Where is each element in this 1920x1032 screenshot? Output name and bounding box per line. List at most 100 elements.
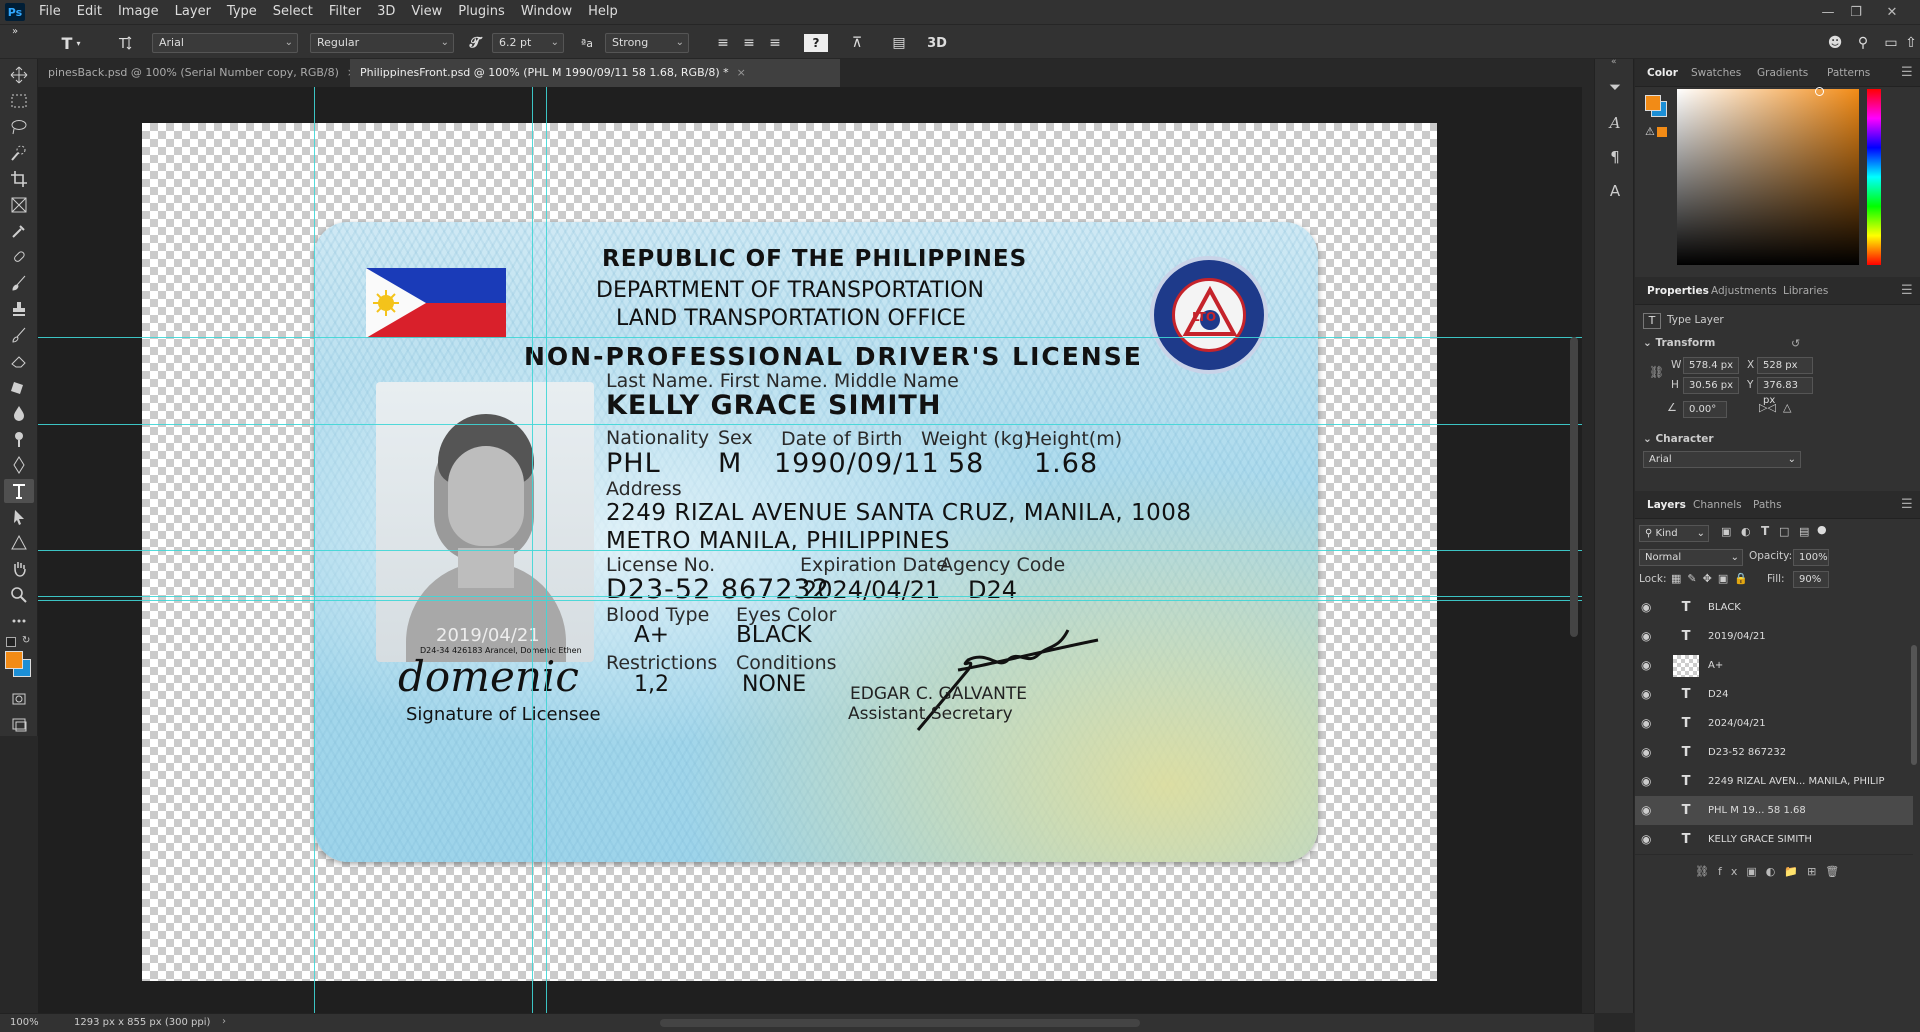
layer-row[interactable]: ◉ T KELLY GRACE SIMITH <box>1635 825 1913 855</box>
visibility-eye-icon[interactable]: ◉ <box>1641 832 1657 848</box>
layer-filter-dropdown[interactable]: ⚲ Kind ⌄ <box>1639 525 1709 542</box>
tab-patterns[interactable]: Patterns <box>1819 59 1878 87</box>
filter-type-icon[interactable]: T <box>1761 524 1769 538</box>
paragraph-icon[interactable]: ¶ <box>1603 145 1627 169</box>
eraser-icon[interactable] <box>4 349 34 373</box>
layer-row[interactable]: ◉ T 2019/04/21 <box>1635 622 1913 652</box>
document-canvas[interactable]: REPUBLIC OF THE PHILIPPINES DEPARTMENT O… <box>142 123 1437 981</box>
collapse-icon[interactable]: » <box>4 25 26 37</box>
foreground-color-swatch[interactable] <box>5 651 23 669</box>
filter-shape-icon[interactable]: □ <box>1779 525 1789 538</box>
screen-mode-icon[interactable] <box>4 713 34 737</box>
panel-menu-icon[interactable]: ☰ <box>1901 65 1913 80</box>
user-icon[interactable]: ☻ <box>1824 32 1846 54</box>
search-icon[interactable]: ⚲ <box>1852 32 1874 54</box>
menu-edit[interactable]: Edit <box>69 0 110 24</box>
tab-philippines-back[interactable]: pinesBack.psd @ 100% (Serial Number copy… <box>38 59 356 87</box>
align-right-icon[interactable]: ≡ <box>764 32 786 54</box>
visibility-eye-icon[interactable]: ◉ <box>1641 745 1657 761</box>
gradient-tool-icon[interactable] <box>4 375 34 399</box>
web-safe-swatch[interactable] <box>1657 127 1667 137</box>
link-icon[interactable]: ⛓ <box>1649 365 1664 379</box>
canvas-area[interactable]: REPUBLIC OF THE PHILIPPINES DEPARTMENT O… <box>38 87 1582 1013</box>
menu-image[interactable]: Image <box>110 0 167 24</box>
marquee-tool-icon[interactable] <box>4 89 34 113</box>
blur-tool-icon[interactable] <box>4 401 34 425</box>
new-group-icon[interactable]: 📁 <box>1784 865 1807 878</box>
zoom-level[interactable]: 100% <box>10 1017 39 1028</box>
align-center-icon[interactable]: ≡ <box>738 32 760 54</box>
visibility-eye-icon[interactable]: ◉ <box>1641 774 1657 790</box>
new-adjustment-icon[interactable]: ◐ <box>1766 865 1785 878</box>
filter-toggle-icon[interactable]: ● <box>1817 523 1827 536</box>
crop-tool-icon[interactable] <box>4 167 34 191</box>
visibility-eye-icon[interactable]: ◉ <box>1641 803 1657 819</box>
default-colors-icon[interactable] <box>6 637 16 647</box>
transform-section[interactable]: ⌄ Transform <box>1643 337 1715 349</box>
layer-name[interactable]: D24 <box>1708 680 1728 710</box>
antialias-dropdown[interactable]: Strong ⌄ <box>605 33 689 53</box>
character-panel-icon[interactable]: ▤ <box>888 32 910 54</box>
type-tool-icon[interactable] <box>4 479 34 503</box>
blend-mode-dropdown[interactable]: Normal ⌄ <box>1639 549 1743 566</box>
visibility-eye-icon[interactable]: ◉ <box>1641 629 1657 645</box>
close-tab-icon[interactable]: × <box>737 66 746 79</box>
menu-help[interactable]: Help <box>580 0 626 24</box>
new-layer-icon[interactable]: ⊞ <box>1807 865 1825 878</box>
visibility-eye-icon[interactable]: ◉ <box>1641 600 1657 616</box>
align-left-icon[interactable]: ≡ <box>712 32 734 54</box>
menu-file[interactable]: File <box>31 0 69 24</box>
delete-layer-icon[interactable]: 🗑 <box>1825 865 1848 878</box>
width-field[interactable]: 578.4 px <box>1683 357 1739 374</box>
layer-name[interactable]: A+ <box>1708 651 1723 681</box>
menu-type[interactable]: Type <box>219 0 265 24</box>
tab-philippines-front[interactable]: PhilippinesFront.psd @ 100% (PHL M 1990/… <box>350 59 840 87</box>
visibility-eye-icon[interactable]: ◉ <box>1641 687 1657 703</box>
menu-view[interactable]: View <box>403 0 450 24</box>
move-tool-icon[interactable] <box>4 63 34 87</box>
horizontal-guide[interactable] <box>38 337 1582 338</box>
horizontal-guide[interactable] <box>38 600 1582 601</box>
vertical-scrollbar[interactable] <box>1570 337 1578 637</box>
share-icon[interactable]: ⇧ <box>1900 32 1920 54</box>
font-style-dropdown[interactable]: Regular ⌄ <box>310 33 454 53</box>
tab-color[interactable]: Color <box>1639 59 1686 87</box>
status-menu-icon[interactable]: › <box>222 1016 226 1027</box>
menu-select[interactable]: Select <box>265 0 321 24</box>
workspace-icon[interactable]: ▭ <box>1880 32 1902 54</box>
visibility-eye-icon[interactable]: ◉ <box>1641 716 1657 732</box>
opacity-field[interactable]: 100% <box>1793 549 1829 566</box>
flip-horizontal-icon[interactable]: ▷◁ <box>1759 401 1776 414</box>
layer-row[interactable]: ◉ T D24 <box>1635 680 1913 710</box>
add-mask-icon[interactable]: ▣ <box>1746 865 1765 878</box>
warp-text-icon[interactable]: ⊼ <box>846 32 868 54</box>
visibility-eye-icon[interactable]: ◉ <box>1641 658 1657 674</box>
dodge-tool-icon[interactable] <box>4 427 34 451</box>
layer-row[interactable]: ◉ T D23-52 867232 <box>1635 738 1913 768</box>
restore-icon[interactable]: ❐ <box>1842 0 1870 24</box>
path-selection-icon[interactable] <box>4 505 34 529</box>
minimize-icon[interactable]: — <box>1814 0 1842 24</box>
menu-plugins[interactable]: Plugins <box>450 0 513 24</box>
tab-adjustments[interactable]: Adjustments <box>1703 277 1785 305</box>
panel-menu-icon[interactable]: ☰ <box>1901 283 1913 298</box>
lock-icons[interactable]: ▦✎✥▣🔒 <box>1671 572 1754 585</box>
layer-name[interactable]: 2019/04/21 <box>1708 622 1766 652</box>
tab-gradients[interactable]: Gradients <box>1749 59 1816 87</box>
color-picker-field[interactable] <box>1677 87 1859 265</box>
pen-tool-icon[interactable] <box>4 453 34 477</box>
glyphs-icon[interactable]: A <box>1603 111 1627 135</box>
menu-window[interactable]: Window <box>513 0 580 24</box>
healing-brush-icon[interactable] <box>4 245 34 269</box>
horizontal-guide[interactable] <box>38 596 1582 597</box>
character-icon[interactable]: A <box>1603 179 1627 203</box>
horizontal-scrollbar[interactable] <box>660 1019 1140 1027</box>
more-tools-icon[interactable] <box>4 609 34 633</box>
height-field[interactable]: 30.56 px <box>1683 377 1739 394</box>
panel-menu-icon[interactable]: ☰ <box>1901 497 1913 512</box>
tab-paths[interactable]: Paths <box>1745 491 1790 519</box>
reset-transform-icon[interactable]: ↺ <box>1791 337 1800 350</box>
horizontal-guide[interactable] <box>38 550 1582 551</box>
horizontal-guide[interactable] <box>38 424 1582 425</box>
layer-row[interactable]: ◉ T PHL M 19... 58 1.68 <box>1635 796 1913 826</box>
